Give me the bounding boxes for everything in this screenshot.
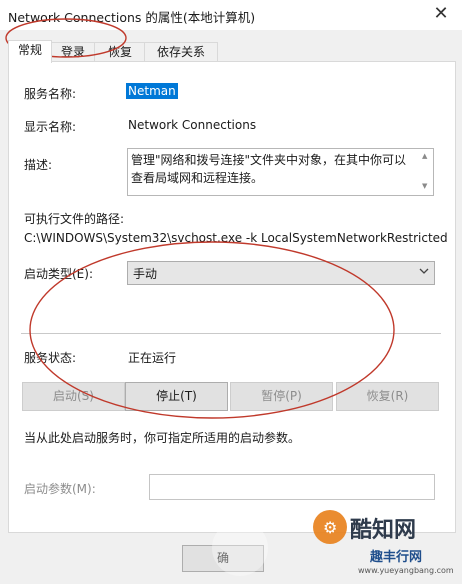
start-params-input[interactable] [149, 474, 435, 500]
startup-type-select[interactable]: 手动 [127, 261, 435, 285]
status-value: 正在运行 [128, 351, 177, 365]
startup-hint: 当从此处启动服务时，你可指定所适用的启动参数。 [24, 431, 301, 445]
scroll-up-icon[interactable]: ▲ [422, 152, 427, 160]
startup-type-value: 手动 [133, 267, 158, 281]
watermark-site: 趣丰行网 [370, 550, 423, 565]
path-label: 可执行文件的路径: [24, 212, 125, 226]
description-text: 管理"网络和拨号连接"文件夹中对象，在其中你可以查看局域网和远程连接。 [131, 153, 407, 185]
status-label: 服务状态: [24, 351, 77, 365]
start-params-label: 启动参数(M): [24, 482, 96, 496]
startup-type-label: 启动类型(E): [24, 267, 93, 281]
executable-path[interactable]: C:\WINDOWS\System32\svchost.exe -k Local… [24, 231, 452, 245]
service-name-value[interactable]: Netman [126, 83, 178, 99]
display-name-value[interactable]: Network Connections [128, 118, 256, 132]
service-name-label: 服务名称: [24, 87, 77, 101]
chevron-down-icon [419, 268, 429, 274]
tab-recovery[interactable]: 恢复 [94, 42, 146, 62]
description-scrollbar[interactable]: ▲ ▼ [419, 149, 433, 195]
stop-button[interactable]: 停止(T) [125, 382, 228, 411]
description-label: 描述: [24, 158, 53, 172]
ok-button[interactable]: 确 [182, 545, 264, 572]
pause-button[interactable]: 暂停(P) [230, 382, 333, 411]
tab-general[interactable]: 常规 [8, 40, 52, 63]
service-name-text: Netman [126, 83, 178, 99]
display-name-label: 显示名称: [24, 120, 77, 134]
tab-logon[interactable]: 登录 [50, 42, 96, 62]
watermark-brand: 酷知网 [350, 518, 417, 543]
general-panel: 服务名称: Netman 显示名称: Network Connections 描… [8, 61, 456, 533]
start-button[interactable]: 启动(S) [22, 382, 125, 411]
title-bar: Network Connections 的属性(本地计算机) ✕ [0, 0, 462, 30]
resume-button[interactable]: 恢复(R) [336, 382, 439, 411]
scroll-down-icon[interactable]: ▼ [422, 182, 427, 190]
watermark-url: www.yueyangbang.com [358, 566, 454, 575]
tab-dependencies[interactable]: 依存关系 [144, 42, 218, 62]
close-icon[interactable]: ✕ [430, 3, 452, 25]
description-box[interactable]: 管理"网络和拨号连接"文件夹中对象，在其中你可以查看局域网和远程连接。 ▲ ▼ [127, 148, 434, 196]
section-divider [21, 333, 441, 334]
window-title: Network Connections 的属性(本地计算机) [8, 10, 256, 25]
